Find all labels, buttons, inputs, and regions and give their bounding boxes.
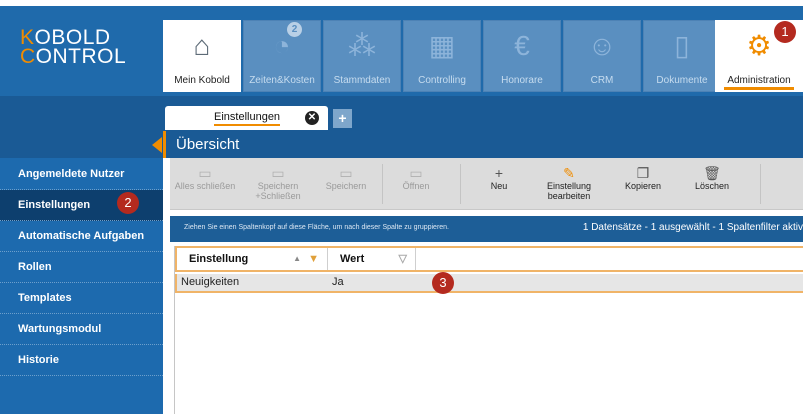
module-zeiten-kosten[interactable]: ◔ 2 Zeiten&Kosten [243,20,321,92]
copy-icon: ❐ [636,165,650,181]
add-tab-button[interactable]: + [333,109,352,128]
module-crm[interactable]: ☺ CRM [563,20,641,92]
record-status: 1 Datensätze - 1 ausgewählt - 1 Spaltenf… [582,222,803,233]
save-close-icon: ▭ [271,165,285,181]
pencil-icon: ✎ [563,165,575,181]
table-row[interactable]: Neuigkeiten Ja [175,274,803,293]
delete-button[interactable]: 🗑 Löschen [682,158,742,210]
people-icon: ☺ [587,30,617,61]
plus-icon: + [494,165,504,181]
sidebar-item-wartungsmodul[interactable]: Wartungsmodul [0,314,163,345]
sidebar-item-historie[interactable]: Historie [0,345,163,376]
module-mein-kobold[interactable]: ⌂ Mein Kobold [163,20,241,92]
home-icon: ⌂ [193,30,211,61]
folder-icon: ▭ [198,165,212,181]
tab-label: Einstellungen [214,111,281,126]
toolbar-divider [460,164,461,204]
save-close-button[interactable]: ▭ Speichern +Schließen [246,158,310,210]
module-dokumente[interactable]: ▯ Dokumente [643,20,721,92]
stopwatch-icon: ◔ [273,30,291,61]
open-icon: ▭ [409,165,423,181]
module-stammdaten[interactable]: ⁂ Stammdaten [323,20,401,92]
step-marker-1: 1 [774,21,796,43]
toolbar-divider [382,164,383,204]
close-icon[interactable]: ✕ [305,111,319,125]
module-honorare[interactable]: € Honorare [483,20,561,92]
save-icon: ▭ [339,165,353,181]
hierarchy-icon: ⁂ [348,30,376,61]
sort-asc-icon[interactable]: ▲ [293,248,301,270]
top-header: KOBOLD CONTROL ⌂ Mein Kobold ◔ 2 Zeiten&… [0,0,803,96]
open-button[interactable]: ▭ Öffnen [386,158,446,210]
cell-einstellung: Neuigkeiten [181,276,240,288]
app-logo[interactable]: KOBOLD CONTROL [20,27,126,67]
group-hint-text: Ziehen Sie einen Spaltenkopf auf diese F… [184,224,450,231]
coins-euro-icon: € [514,30,530,61]
settings-grid: Einstellung ▲ ▼ Wert ▽ Neuigkeiten Ja [174,246,803,414]
filter-active-icon[interactable]: ▼ [308,248,319,270]
sidebar-header [0,131,163,158]
collapse-arrow-icon[interactable] [152,137,162,153]
step-marker-2: 2 [117,192,139,214]
sidebar-item-automatische-aufgaben[interactable]: Automatische Aufgaben [0,221,163,252]
module-controlling[interactable]: ▦ Controlling [403,20,481,92]
copy-button[interactable]: ❐ Kopieren [614,158,672,210]
new-button[interactable]: + Neu [474,158,524,210]
grid-header: Einstellung ▲ ▼ Wert ▽ [175,246,803,272]
document-icon: ▯ [674,30,690,61]
sidebar-item-angemeldete-nutzer[interactable]: Angemeldete Nutzer [0,159,163,190]
save-button[interactable]: ▭ Speichern [316,158,376,210]
step-marker-3: 3 [432,272,454,294]
toolbar: ▭ Alles schließen ▭ Speichern +Schließen… [170,158,803,210]
filter-icon[interactable]: ▽ [399,248,407,270]
tab-bar [0,96,803,131]
toolbar-divider [760,164,761,204]
column-header-wert[interactable]: Wert ▽ [328,248,416,270]
notification-badge: 2 [287,22,302,37]
column-header-einstellung[interactable]: Einstellung ▲ ▼ [177,248,328,270]
sidebar: Angemeldete Nutzer Einstellungen Automat… [0,131,163,414]
cell-wert: Ja [332,276,344,288]
page-title: Übersicht [163,131,803,158]
sidebar-item-rollen[interactable]: Rollen [0,252,163,283]
calculator-icon: ▦ [428,30,456,61]
sidebar-item-templates[interactable]: Templates [0,283,163,314]
active-module-underline [724,87,794,90]
group-drop-area[interactable]: Ziehen Sie einen Spaltenkopf auf diese F… [170,216,803,242]
tab-einstellungen[interactable]: Einstellungen ✕ [165,106,328,130]
close-all-button[interactable]: ▭ Alles schließen [174,158,236,210]
trash-icon: 🗑 [703,165,721,181]
edit-setting-button[interactable]: ✎ Einstellung bearbeiten [534,158,604,210]
